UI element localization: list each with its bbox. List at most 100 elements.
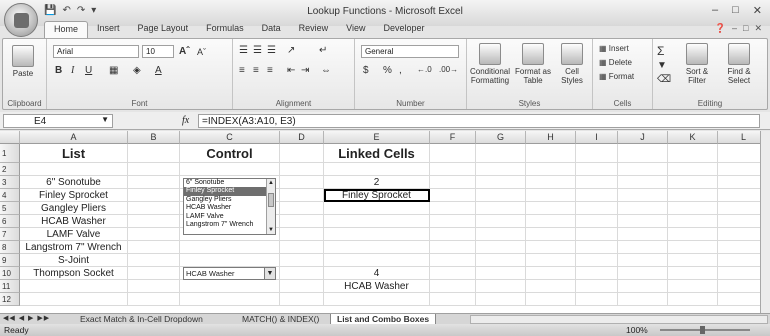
currency-icon[interactable]: $ bbox=[363, 65, 369, 76]
cell-b9[interactable] bbox=[128, 254, 180, 267]
cell-b11[interactable] bbox=[128, 280, 180, 293]
combo-dropdown-icon[interactable]: ▼ bbox=[264, 268, 275, 279]
cell-c12[interactable] bbox=[180, 293, 280, 306]
cell-k10[interactable] bbox=[668, 267, 718, 280]
cell-k12[interactable] bbox=[668, 293, 718, 306]
scroll-down-icon[interactable]: ▼ bbox=[267, 226, 275, 234]
cell-g3[interactable] bbox=[476, 176, 526, 189]
cell-a1[interactable]: List bbox=[20, 144, 128, 163]
cell-k1[interactable] bbox=[668, 144, 718, 163]
cell-d5[interactable] bbox=[280, 202, 324, 215]
column-header-h[interactable]: H bbox=[526, 131, 576, 144]
cell-b3[interactable] bbox=[128, 176, 180, 189]
cell-i1[interactable] bbox=[576, 144, 618, 163]
align-bottom-icon[interactable]: ☰ bbox=[267, 45, 276, 56]
cell-h3[interactable] bbox=[526, 176, 576, 189]
list-box-control[interactable]: 6" Sonotube Finley Sprocket Gangley Pliers… bbox=[183, 178, 276, 235]
cell-d7[interactable] bbox=[280, 228, 324, 241]
name-box[interactable]: E4 ▼ bbox=[3, 114, 113, 128]
wrap-text-icon[interactable]: ↵ bbox=[319, 45, 327, 56]
row-header-1[interactable]: 1 bbox=[0, 144, 20, 163]
vertical-scrollbar[interactable] bbox=[760, 131, 770, 313]
cell-e11[interactable]: HCAB Washer bbox=[324, 280, 430, 293]
column-header-e[interactable]: E bbox=[324, 131, 430, 144]
cell-e5[interactable] bbox=[324, 202, 430, 215]
column-header-j[interactable]: J bbox=[618, 131, 668, 144]
fill-icon[interactable]: ▼ bbox=[657, 60, 667, 71]
cell-i4[interactable] bbox=[576, 189, 618, 202]
comma-icon[interactable]: , bbox=[399, 65, 402, 76]
cell-j4[interactable] bbox=[618, 189, 668, 202]
font-color-icon[interactable]: A bbox=[155, 65, 162, 76]
cell-i10[interactable] bbox=[576, 267, 618, 280]
zoom-slider[interactable] bbox=[660, 326, 750, 334]
cell-f9[interactable] bbox=[430, 254, 476, 267]
cell-g11[interactable] bbox=[476, 280, 526, 293]
column-header-g[interactable]: G bbox=[476, 131, 526, 144]
workbook-close-icon[interactable]: ✕ bbox=[754, 23, 762, 34]
cell-j3[interactable] bbox=[618, 176, 668, 189]
cell-k8[interactable] bbox=[668, 241, 718, 254]
cell-a9[interactable]: S-Joint bbox=[20, 254, 128, 267]
workbook-minimize-icon[interactable]: – bbox=[732, 23, 737, 34]
sheet-nav-icon[interactable]: ◀◀ ◀ ▶ ▶▶ bbox=[3, 314, 50, 322]
cell-e4[interactable]: Finley Sprocket bbox=[324, 189, 430, 202]
cell-j1[interactable] bbox=[618, 144, 668, 163]
list-box-item[interactable]: Langstrom 7" Wrench bbox=[184, 221, 275, 229]
cell-c8[interactable] bbox=[180, 241, 280, 254]
row-header-5[interactable]: 5 bbox=[0, 202, 20, 215]
cell-b1[interactable] bbox=[128, 144, 180, 163]
cell-k7[interactable] bbox=[668, 228, 718, 241]
list-box-item[interactable]: Finley Sprocket bbox=[184, 187, 275, 196]
row-header-8[interactable]: 8 bbox=[0, 241, 20, 254]
cell-d3[interactable] bbox=[280, 176, 324, 189]
office-button[interactable] bbox=[4, 3, 38, 37]
cell-d2[interactable] bbox=[280, 163, 324, 176]
worksheet-grid[interactable]: A B C D E F G H I J K L 1 List Control Linked Cells 2 3 6"… bbox=[0, 131, 770, 313]
delete-cells-button[interactable]: ▦ Delete bbox=[599, 58, 632, 67]
cell-k4[interactable] bbox=[668, 189, 718, 202]
minimize-icon[interactable]: – bbox=[712, 4, 718, 17]
cell-j9[interactable] bbox=[618, 254, 668, 267]
align-right-icon[interactable]: ≡ bbox=[267, 65, 273, 76]
grow-font-icon[interactable]: Aˆ bbox=[179, 46, 190, 57]
cell-i11[interactable] bbox=[576, 280, 618, 293]
scroll-up-icon[interactable]: ▲ bbox=[267, 179, 275, 187]
tab-formulas[interactable]: Formulas bbox=[197, 21, 253, 39]
cell-j8[interactable] bbox=[618, 241, 668, 254]
cell-i3[interactable] bbox=[576, 176, 618, 189]
cell-k11[interactable] bbox=[668, 280, 718, 293]
bold-icon[interactable]: B bbox=[55, 65, 62, 76]
cell-i2[interactable] bbox=[576, 163, 618, 176]
row-header-11[interactable]: 11 bbox=[0, 280, 20, 293]
cell-d8[interactable] bbox=[280, 241, 324, 254]
fill-color-icon[interactable]: ◈ bbox=[133, 65, 141, 76]
cell-i12[interactable] bbox=[576, 293, 618, 306]
help-icon[interactable]: ❓ bbox=[715, 23, 726, 34]
sort-filter-button[interactable]: Sort & Filter bbox=[677, 43, 717, 85]
cell-d12[interactable] bbox=[280, 293, 324, 306]
zoom-slider-knob[interactable] bbox=[700, 326, 705, 334]
tab-insert[interactable]: Insert bbox=[88, 21, 129, 39]
cell-b12[interactable] bbox=[128, 293, 180, 306]
cell-k5[interactable] bbox=[668, 202, 718, 215]
insert-cells-button[interactable]: ▦ Insert bbox=[599, 44, 629, 53]
cell-e1[interactable]: Linked Cells bbox=[324, 144, 430, 163]
cell-f11[interactable] bbox=[430, 280, 476, 293]
cell-b6[interactable] bbox=[128, 215, 180, 228]
cell-e10[interactable]: 4 bbox=[324, 267, 430, 280]
column-header-i[interactable]: I bbox=[576, 131, 618, 144]
cell-a3[interactable]: 6" Sonotube bbox=[20, 176, 128, 189]
cell-g12[interactable] bbox=[476, 293, 526, 306]
cell-d6[interactable] bbox=[280, 215, 324, 228]
cell-g10[interactable] bbox=[476, 267, 526, 280]
cell-a10[interactable]: Thompson Socket bbox=[20, 267, 128, 280]
list-box-item[interactable]: Gangley Pliers bbox=[184, 196, 275, 204]
cell-j2[interactable] bbox=[618, 163, 668, 176]
cell-e9[interactable] bbox=[324, 254, 430, 267]
find-select-button[interactable]: Find & Select bbox=[719, 43, 759, 85]
tab-page-layout[interactable]: Page Layout bbox=[129, 21, 198, 39]
cell-k2[interactable] bbox=[668, 163, 718, 176]
cell-e8[interactable] bbox=[324, 241, 430, 254]
row-header-2[interactable]: 2 bbox=[0, 163, 20, 176]
